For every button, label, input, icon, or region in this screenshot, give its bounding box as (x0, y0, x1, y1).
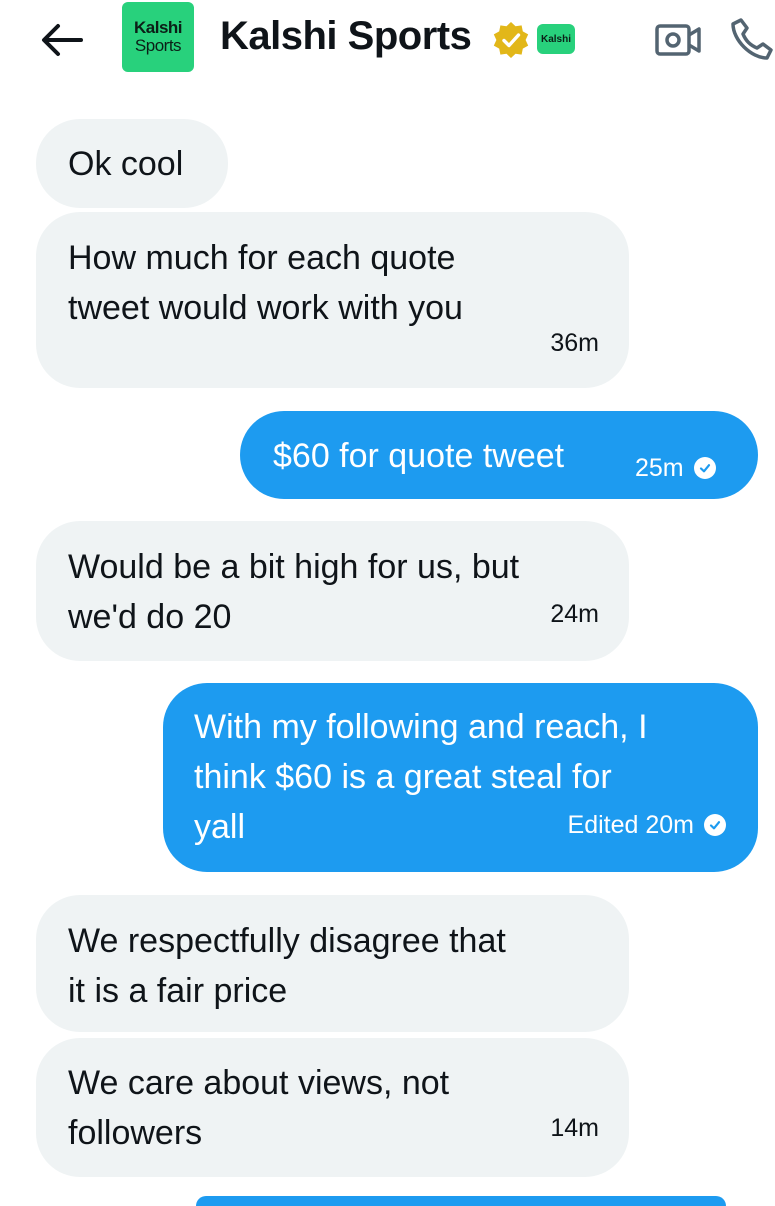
message-bubble-incoming[interactable]: Would be a bit high for us, but we'd do … (36, 521, 629, 661)
avatar-text-line1: Kalshi (133, 18, 183, 38)
message-bubble-incoming[interactable]: How much for each quote tweet would work… (36, 212, 629, 388)
message-text: We respectfully disagree that it is a fa… (68, 922, 506, 1010)
video-call-icon (655, 24, 701, 56)
message-bubble-incoming[interactable]: We care about views, not followers 14m (36, 1038, 629, 1177)
message-bubble-outgoing[interactable]: $60 for quote tweet 25m (240, 411, 758, 499)
message-meta: Edited 20m (568, 800, 726, 850)
message-text: How much for each quote tweet would work… (68, 239, 463, 327)
message-timestamp: 25m (635, 454, 684, 482)
message-text: Ok cool (68, 145, 184, 183)
message-text: We care about views, not followers (68, 1064, 450, 1152)
message-timestamp: 24m (550, 600, 599, 628)
message-timestamp: Edited 20m (567, 811, 694, 839)
avatar[interactable]: Kalshi Sports (122, 2, 194, 72)
avatar-text-line2: Sports (134, 36, 182, 55)
conversation-header: Kalshi Sports Kalshi Sports Kalshi (0, 0, 775, 88)
message-timestamp: 36m (550, 329, 599, 357)
verified-badge-icon (493, 22, 529, 58)
message-meta: 25m (635, 443, 716, 493)
message-bubble-incoming[interactable]: Ok cool (36, 119, 228, 208)
message-bubble-outgoing[interactable]: With my following and reach, I think $60… (163, 683, 758, 872)
voice-call-button[interactable] (729, 14, 775, 64)
affiliate-label: Kalshi (540, 33, 571, 45)
arrow-left-icon (42, 24, 83, 56)
affiliate-badge[interactable]: Kalshi (537, 24, 575, 54)
message-text: Would be a bit high for us, but we'd do … (68, 548, 520, 636)
seen-check-icon (693, 457, 716, 479)
seen-check-icon (704, 814, 726, 836)
message-bubble-outgoing-partial[interactable] (196, 1196, 726, 1206)
video-call-button[interactable] (653, 18, 703, 62)
back-button[interactable] (36, 18, 86, 62)
message-bubble-incoming[interactable]: We respectfully disagree that it is a fa… (36, 895, 629, 1032)
phone-icon (731, 18, 773, 60)
conversation-title[interactable]: Kalshi Sports (220, 14, 472, 59)
message-timestamp: 14m (550, 1114, 599, 1142)
